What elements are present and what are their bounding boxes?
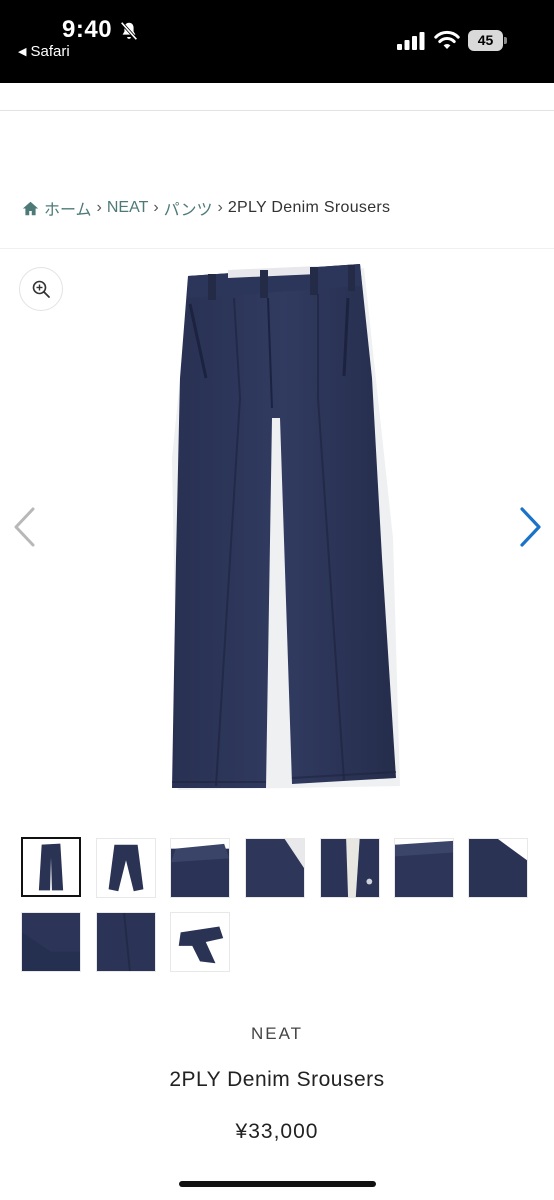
home-icon[interactable] <box>22 200 39 217</box>
breadcrumb: ホーム › NEAT › パンツ › 2PLY Denim Srousers <box>22 196 390 220</box>
chevron-left-icon[interactable] <box>10 505 40 549</box>
back-label: Safari <box>30 43 70 60</box>
thumbnail-8[interactable] <box>21 912 81 972</box>
chevron-right-icon[interactable] <box>515 505 545 549</box>
nav-cut-right[interactable]: ▔▔▔▔▔▔▔ <box>360 83 462 91</box>
breadcrumb-separator: › <box>96 199 102 216</box>
thumbnail-1[interactable] <box>21 837 81 897</box>
thumbnail-7[interactable] <box>468 838 528 898</box>
status-time: 9:40 <box>62 16 113 43</box>
bell-slash-icon <box>120 21 138 41</box>
product-title: 2PLY Denim Srousers <box>169 1068 385 1091</box>
status-bar: 9:40 ◀ Safari 45 <box>0 0 554 83</box>
wifi-icon <box>434 30 460 49</box>
thumbnail-4[interactable] <box>245 838 305 898</box>
battery-level: 45 <box>468 30 503 51</box>
breadcrumb-brand[interactable]: NEAT <box>107 199 148 217</box>
breadcrumb-home[interactable]: ホーム <box>44 196 92 220</box>
back-to-safari-button[interactable]: ◀ Safari <box>18 43 70 60</box>
thumbnail-5[interactable] <box>320 838 380 898</box>
breadcrumb-category[interactable]: パンツ <box>164 196 213 220</box>
home-indicator[interactable] <box>179 1181 376 1187</box>
product-price: ¥33,000 <box>235 1120 319 1143</box>
breadcrumb-separator: › <box>217 199 223 216</box>
signal-icon <box>397 32 425 50</box>
zoom-in-icon <box>32 280 50 298</box>
zoom-button[interactable] <box>19 267 63 311</box>
product-brand[interactable]: NEAT <box>0 1024 554 1044</box>
thumbnail-9[interactable] <box>96 912 156 972</box>
thumbnail-3[interactable] <box>170 838 230 898</box>
battery-icon: 45 <box>468 30 507 51</box>
nav-cut-left[interactable]: ▔▔▔▔▔ <box>98 83 171 91</box>
product-photo-trousers <box>172 264 400 790</box>
thumbnail-6[interactable] <box>394 838 454 898</box>
breadcrumb-separator: › <box>153 199 159 216</box>
thumbnail-2[interactable] <box>96 838 156 898</box>
breadcrumb-current: 2PLY Denim Srousers <box>227 199 391 216</box>
site-header: ▔▔▔▔▔ ▔▔▔▔▔▔▔ <box>0 83 554 111</box>
back-triangle-icon: ◀ <box>18 46 27 58</box>
thumbnail-10[interactable] <box>170 912 230 972</box>
